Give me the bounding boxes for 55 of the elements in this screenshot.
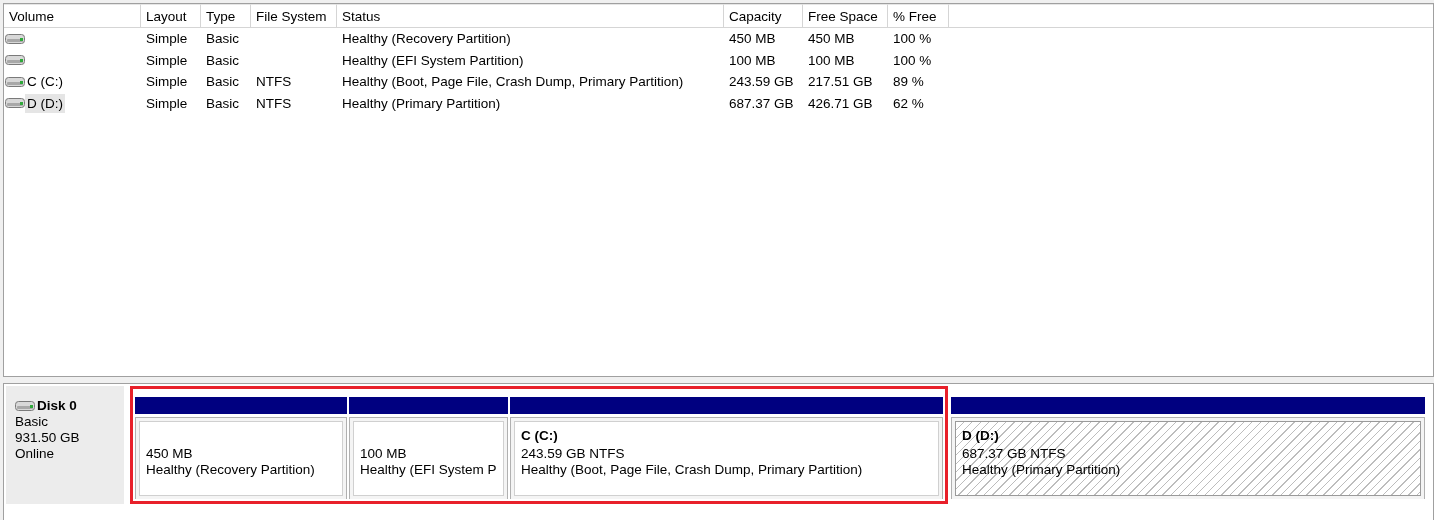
table-cell: 100 %	[893, 31, 932, 47]
column-header[interactable]: Volume	[4, 4, 141, 28]
partition-size: 243.59 GB NTFS	[521, 446, 626, 461]
disk-info-panel[interactable]: Disk 0 Basic 931.50 GB Online	[6, 386, 124, 504]
disk-size: 931.50 GB	[15, 430, 81, 445]
table-cell: Simple	[146, 74, 188, 90]
partition-name: D (D:)	[962, 428, 1000, 445]
table-cell: NTFS	[256, 95, 292, 111]
table-cell: Simple	[146, 95, 188, 111]
partition-size: 687.37 GB NTFS	[962, 446, 1067, 461]
table-cell: 89 %	[893, 74, 924, 90]
partition-size: 100 MB	[360, 446, 408, 461]
table-cell: 450 MB	[729, 31, 776, 47]
column-header[interactable]: File System	[251, 4, 337, 28]
table-cell: Basic	[206, 31, 239, 47]
column-header[interactable]: Free Space	[803, 4, 888, 28]
table-cell: 243.59 GB	[729, 74, 794, 90]
partition-status: Healthy (EFI System P	[360, 462, 497, 477]
table-cell: 426.71 GB	[808, 95, 873, 111]
table-cell: 687.37 GB	[729, 95, 794, 111]
column-header[interactable]: % Free	[888, 4, 949, 28]
table-cell: Simple	[146, 31, 188, 47]
drive-icon	[15, 400, 35, 411]
table-cell: NTFS	[256, 74, 292, 90]
partition-size: 450 MB	[146, 446, 194, 461]
disk-type: Basic	[15, 414, 49, 429]
partition-status: Healthy (Recovery Partition)	[146, 462, 316, 477]
partition-name: C (C:)	[521, 428, 559, 445]
volume-name[interactable]: D (D:)	[25, 93, 65, 113]
partition-box[interactable]: 450 MB Healthy (Recovery Partition)	[135, 417, 347, 499]
table-cell: 100 %	[893, 52, 932, 68]
table-cell: Healthy (Boot, Page File, Crash Dump, Primary Partition)	[342, 74, 684, 90]
column-header[interactable]: Layout	[141, 4, 201, 28]
table-cell: Healthy (Recovery Partition)	[342, 31, 511, 47]
table-cell: Healthy (EFI System Partition)	[342, 52, 524, 68]
table-cell: 100 MB	[729, 52, 776, 68]
partition-box[interactable]: D (D:) 687.37 GB NTFS Healthy (Primary Partition)	[951, 417, 1425, 499]
column-header[interactable]: Type	[201, 4, 251, 28]
table-cell: Basic	[206, 74, 239, 90]
disk-state: Online	[15, 446, 56, 461]
table-cell: Healthy (Primary Partition)	[342, 95, 501, 111]
table-cell: Basic	[206, 95, 239, 111]
partition-box[interactable]: 100 MB Healthy (EFI System P	[349, 417, 508, 499]
disk-name: Disk 0	[37, 398, 77, 413]
table-cell: 217.51 GB	[808, 74, 873, 90]
partition-box[interactable]: C (C:) 243.59 GB NTFS Healthy (Boot, Page File, Crash Dump, Primary Partition)	[510, 417, 943, 499]
column-header[interactable]: Capacity	[724, 4, 803, 28]
column-header[interactable]: Status	[337, 4, 724, 28]
table-cell: 450 MB	[808, 31, 855, 47]
partition-status: Healthy (Primary Partition)	[962, 462, 1122, 477]
table-cell: Basic	[206, 52, 239, 68]
table-cell: 100 MB	[808, 52, 855, 68]
partition-status: Healthy (Boot, Page File, Crash Dump, Primary Partition)	[521, 462, 864, 477]
table-cell: 62 %	[893, 95, 924, 111]
table-cell: Simple	[146, 52, 188, 68]
